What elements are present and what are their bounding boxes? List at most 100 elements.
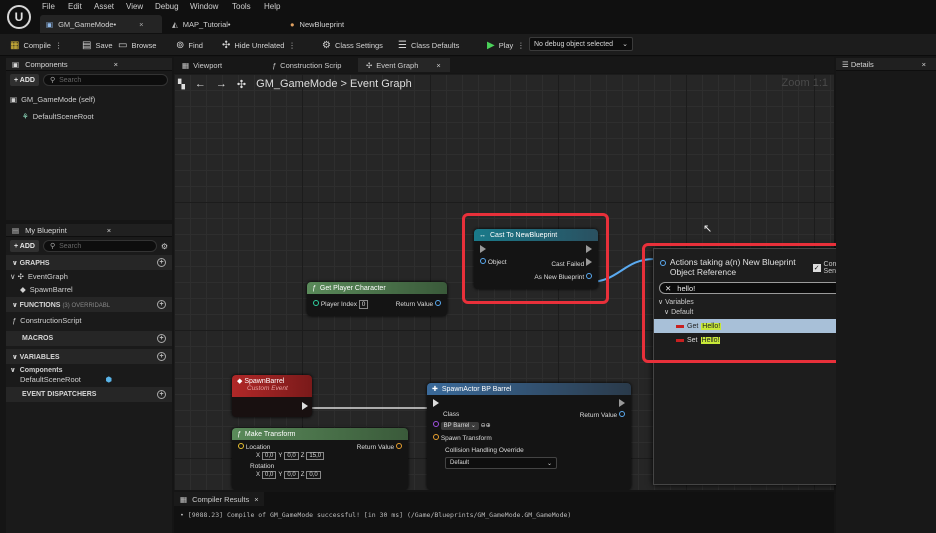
menu-asset[interactable]: Asset	[94, 2, 114, 11]
menu-tools[interactable]: Tools	[232, 2, 251, 11]
play-button[interactable]: ▶ Play ⋮	[487, 38, 525, 52]
node-spawnactor-bp-barrel[interactable]: ✚ SpawnActor BP Barrel Class Return Value …	[427, 383, 631, 490]
tree-item-spawn-barrel[interactable]: ◆ SpawnBarrel	[6, 283, 172, 297]
close-icon[interactable]: ×	[139, 20, 143, 29]
section-label: VARIABLES	[19, 353, 60, 361]
functions-count: (3) OVERRIDABL	[62, 302, 111, 309]
play-label: Play	[498, 40, 514, 50]
menu-help[interactable]: Help	[264, 2, 280, 11]
doc-tab-map-tutorial[interactable]: ◭ MAP_Tutorial•	[166, 15, 276, 33]
compiler-results-tab[interactable]: ▦ Compiler Results ×	[174, 492, 264, 506]
tree-item-var-root[interactable]: DefaultSceneRoot ⬢	[6, 374, 126, 387]
tree-item-construction-script[interactable]: ƒ ConstructionScript	[6, 312, 172, 329]
class-pin[interactable]	[433, 421, 439, 427]
tree-item-label: EventGraph	[27, 272, 68, 281]
menu-window[interactable]: Window	[190, 2, 218, 11]
my-blueprint-panel: ▤ My Blueprint × + ADD ⚲ Search ⚙ ∨ GRAPHS +…	[6, 224, 172, 533]
add-variable-icon[interactable]: +	[157, 352, 166, 361]
browse-icon[interactable]: ⊖⊕	[481, 423, 491, 429]
hide-unrelated-label: Hide Unrelated	[234, 40, 285, 50]
location-pin[interactable]	[238, 443, 244, 449]
return-value-pin[interactable]	[396, 443, 402, 449]
exec-out-pin[interactable]	[302, 402, 308, 410]
close-icon[interactable]: ×	[107, 226, 111, 235]
node-get-player-character[interactable]: ƒ Get Player Character Player Index 0 Ret…	[307, 282, 447, 316]
class-settings-button[interactable]: ⚙ Class Settings	[322, 38, 383, 52]
debug-object-select[interactable]: No debug object selected ⌄	[529, 37, 633, 51]
my-blueprint-title: My Blueprint	[25, 225, 67, 235]
exec-in-pin[interactable]	[433, 399, 439, 407]
tree-item-event-graph[interactable]: ∨ ✣ EventGraph	[6, 270, 172, 283]
tree-item-label: DefaultSceneRoot	[32, 112, 94, 121]
player-index-pin[interactable]	[313, 300, 319, 306]
save-button[interactable]: ▤ Save	[82, 38, 113, 52]
add-member-button[interactable]: + ADD	[10, 240, 39, 252]
exec-out-pin[interactable]	[619, 399, 625, 407]
unreal-logo-icon[interactable]: U	[7, 5, 31, 29]
tab-event-graph[interactable]: ✣ Event Graph ×	[358, 58, 450, 72]
more-options-icon[interactable]: ⋮	[517, 41, 525, 50]
location-z-input[interactable]: 15,0	[306, 452, 325, 460]
menu-file[interactable]: File	[42, 2, 55, 11]
close-icon[interactable]: ×	[922, 60, 926, 69]
class-defaults-button[interactable]: ☰ Class Defaults	[398, 38, 459, 52]
tab-viewport[interactable]: ▦ Viewport	[174, 58, 230, 72]
rotation-z-input[interactable]: 0,0	[306, 471, 321, 479]
compile-icon: ▦	[10, 39, 20, 51]
close-icon[interactable]: ×	[114, 60, 118, 69]
node-spawn-barrel-event[interactable]: ◆ SpawnBarrel Custom Event	[232, 375, 312, 417]
close-icon[interactable]: ×	[254, 495, 258, 504]
location-x-input[interactable]: 0,0	[262, 452, 277, 460]
node-title: SpawnBarrel	[244, 378, 285, 385]
player-index-input[interactable]: 0	[358, 300, 369, 309]
find-button[interactable]: ⊚ Find	[176, 38, 203, 52]
my-blueprint-search-input[interactable]: ⚲ Search	[42, 240, 157, 252]
gear-icon[interactable]: ⚙	[161, 242, 168, 251]
menu-view[interactable]: View	[126, 2, 143, 11]
return-value-pin[interactable]	[435, 300, 441, 306]
add-macro-icon[interactable]: +	[157, 334, 166, 343]
compile-button[interactable]: ▦ Compile ⋮	[10, 38, 62, 52]
tab-construction-script[interactable]: ƒ Construction Scrip	[264, 58, 349, 72]
menu-edit[interactable]: Edit	[68, 2, 82, 11]
section-functions[interactable]: ∨ FUNCTIONS (3) OVERRIDABL +	[6, 297, 172, 312]
compiler-results-panel: ▦ Compiler Results × • [9088.23] Compile o…	[174, 492, 834, 533]
add-function-icon[interactable]: +	[157, 300, 166, 309]
hide-unrelated-button[interactable]: ✣ Hide Unrelated ⋮	[222, 38, 296, 52]
return-value-pin[interactable]	[619, 411, 625, 417]
add-graph-icon[interactable]: +	[157, 258, 166, 267]
exec-pin-row	[427, 395, 631, 407]
section-variables[interactable]: ∨ VARIABLES +	[6, 349, 172, 364]
my-blueprint-header: ▤ My Blueprint ×	[6, 224, 172, 237]
section-event-dispatchers[interactable]: EVENT DISPATCHERS +	[6, 387, 172, 402]
doc-tab-newblueprint[interactable]: ● NewBlueprint	[284, 15, 394, 33]
rotation-x-input[interactable]: 0,0	[262, 471, 277, 479]
pin-row: Spawn Transform	[427, 429, 631, 442]
class-defaults-label: Class Defaults	[410, 40, 460, 50]
spawn-transform-pin[interactable]	[433, 434, 439, 440]
more-options-icon[interactable]: ⋮	[288, 41, 296, 50]
components-search-input[interactable]: ⚲ Search	[42, 74, 168, 86]
tree-item-self[interactable]: ▣ GM_GameMode (self)	[6, 89, 172, 104]
doc-tab-gm-gamemode[interactable]: ▣ GM_GameMode• ×	[40, 15, 162, 33]
more-options-icon[interactable]: ⋮	[55, 41, 63, 50]
section-macros[interactable]: MACROS +	[6, 331, 172, 346]
collision-select[interactable]: Default ⌄	[445, 457, 557, 469]
add-component-button[interactable]: + ADD	[10, 74, 39, 86]
actor-icon: ●	[290, 19, 295, 29]
close-icon[interactable]: ×	[436, 61, 440, 70]
location-y-input[interactable]: 0,0	[284, 452, 299, 460]
class-select[interactable]: BP Barrel ⌄	[440, 422, 479, 430]
add-dispatcher-icon[interactable]: +	[157, 390, 166, 399]
node-make-transform[interactable]: ƒ Make Transform Location Return Value X 0,…	[232, 428, 408, 490]
tab-label: Construction Scrip	[280, 60, 342, 70]
rotation-y-input[interactable]: 0,0	[284, 471, 299, 479]
menu-debug[interactable]: Debug	[155, 2, 179, 11]
play-icon: ▶	[487, 39, 495, 51]
tree-item-default-scene-root[interactable]: ⚘ DefaultSceneRoot	[6, 104, 172, 121]
pin-label: Collision Handling Override	[445, 447, 524, 454]
browse-button[interactable]: ▭ Browse	[118, 38, 156, 52]
components-icon: ▣	[12, 59, 20, 69]
tree-item-components-category[interactable]: ∨ Components	[6, 364, 172, 375]
section-graphs[interactable]: ∨ GRAPHS +	[6, 255, 172, 270]
